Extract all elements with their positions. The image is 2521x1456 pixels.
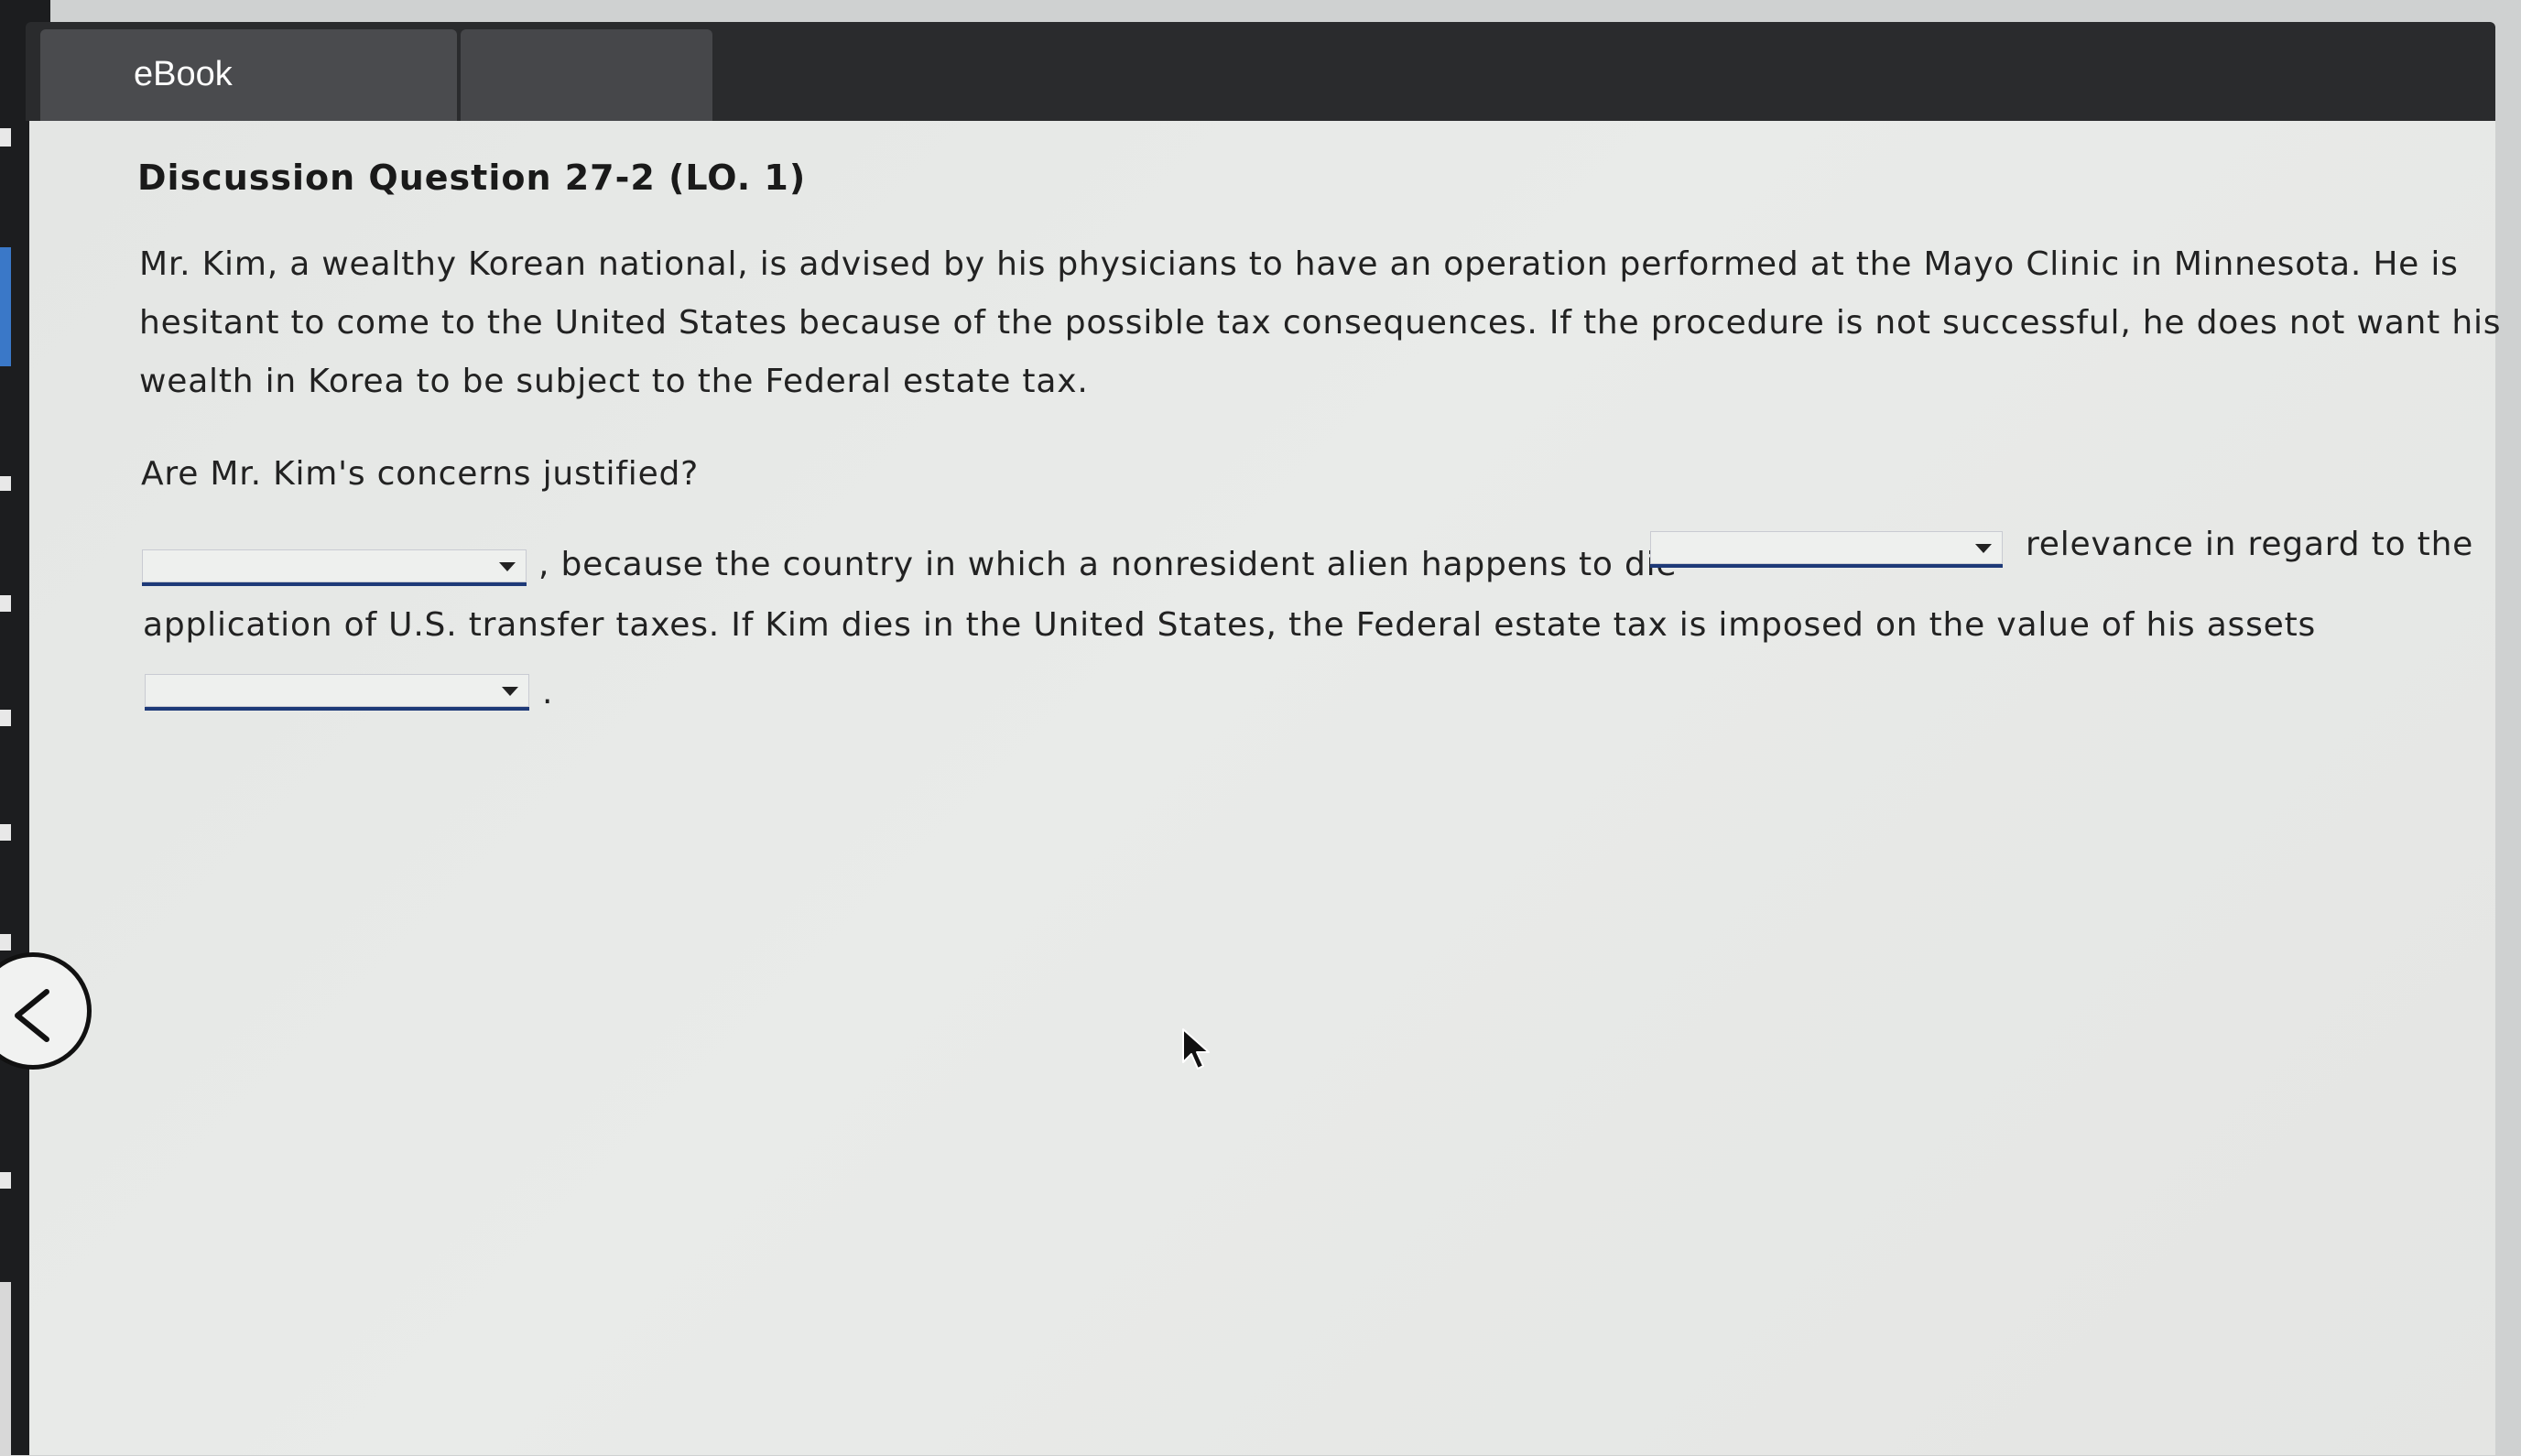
answer-text-segment-4: .	[542, 674, 554, 712]
paragraph-line: hesitant to come to the United States be…	[139, 304, 2502, 342]
answer-text-segment-3: application of U.S. transfer taxes. If K…	[143, 606, 2317, 644]
question-prompt: Are Mr. Kim's concerns justified?	[141, 455, 700, 493]
tab-ebook-label: eBook	[134, 55, 233, 93]
sidebar-marker-active	[0, 247, 11, 366]
sidebar-marker	[0, 476, 11, 491]
top-tab-bar: eBook	[26, 22, 2495, 121]
paragraph-line: wealth in Korea to be subject to the Fed…	[139, 363, 1089, 400]
caret-down-icon	[499, 562, 516, 571]
answer-text-segment-2: relevance in regard to the	[2026, 526, 2474, 563]
sidebar-marker	[0, 824, 11, 841]
question-paragraph: Mr. Kim, a wealthy Korean national, is a…	[139, 235, 2502, 411]
answer-dropdown-1[interactable]	[142, 549, 527, 586]
sidebar-marker	[0, 710, 11, 726]
sidebar-marker	[0, 128, 11, 147]
sidebar-marker	[0, 1172, 11, 1189]
caret-down-icon	[1975, 544, 1992, 553]
question-title: Discussion Question 27-2 (LO. 1)	[137, 158, 807, 198]
caret-down-icon	[502, 687, 518, 696]
mouse-pointer-icon	[1182, 1028, 1210, 1070]
sidebar-marker	[0, 934, 11, 951]
answer-text-segment-1: , because the country in which a nonresi…	[538, 546, 1678, 583]
sidebar-marker	[0, 1282, 11, 1456]
paragraph-line: Mr. Kim, a wealthy Korean national, is a…	[139, 245, 2459, 283]
question-content-panel: Discussion Question 27-2 (LO. 1) Mr. Kim…	[29, 121, 2502, 1455]
answer-dropdown-2[interactable]	[1650, 531, 2003, 568]
tab-ebook[interactable]: eBook	[40, 29, 457, 121]
tab-secondary[interactable]	[461, 29, 712, 121]
chevron-left-icon	[15, 989, 49, 1042]
sidebar-marker	[0, 595, 11, 612]
answer-dropdown-3[interactable]	[145, 674, 529, 711]
